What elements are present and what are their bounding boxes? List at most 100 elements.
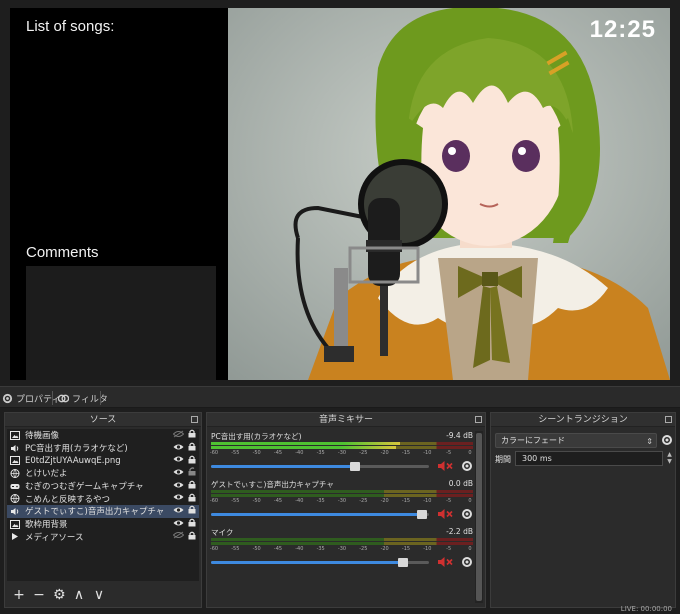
volume-fill — [211, 561, 403, 564]
volume-handle[interactable] — [397, 558, 408, 567]
undock-icon[interactable] — [665, 416, 672, 423]
meter-tick-label: -45 — [273, 450, 283, 456]
meter-tick-label: -15 — [401, 546, 411, 552]
channel-name: PC音出す用(カラオケなど) — [211, 432, 302, 441]
meter-tick-label: -20 — [380, 546, 389, 552]
lock-icon[interactable] — [188, 518, 199, 530]
duration-label: 期間 — [495, 455, 511, 464]
meter-tick-label: -30 — [337, 450, 347, 456]
lock-icon[interactable] — [188, 505, 199, 517]
eye-hidden-icon[interactable] — [172, 430, 188, 441]
image-icon — [10, 456, 20, 466]
undock-icon[interactable] — [475, 416, 482, 423]
mixer-scrollbar[interactable] — [475, 431, 483, 603]
lock-icon[interactable] — [188, 455, 199, 467]
source-item[interactable]: とけいだよ — [7, 467, 199, 480]
scene-transitions-dock: シーントランジション カラーにフェード ⇕ 期間 300 ms ▲ ▼ — [490, 412, 676, 608]
eye-icon[interactable] — [173, 468, 188, 479]
volume-handle[interactable] — [417, 510, 428, 519]
move-down-button[interactable]: ∨ — [93, 588, 105, 602]
muted-speaker-icon[interactable] — [437, 460, 453, 472]
source-item-label: こめんと反映するやつ — [25, 494, 111, 505]
unlock-icon[interactable] — [188, 467, 199, 479]
source-item-label: メディアソース — [25, 532, 84, 543]
volume-slider[interactable] — [211, 558, 429, 567]
preview-canvas[interactable]: List of songs: Comments 12:25 — [10, 8, 670, 380]
eye-icon[interactable] — [173, 493, 188, 504]
source-item-label: 待機画像 — [25, 431, 60, 442]
meter-tick-label: -55 — [231, 450, 240, 456]
muted-speaker-icon[interactable] — [437, 556, 453, 568]
lock-icon[interactable] — [188, 429, 199, 441]
meter-tick-label: -50 — [252, 498, 261, 504]
meter-ticks: -60 -55 -50 -45 -40 -35 -30 -25 -20 -15 -10 -5 0 — [210, 545, 473, 553]
scrollbar-thumb[interactable] — [476, 433, 482, 601]
volume-slider[interactable] — [211, 510, 429, 519]
meter-tick-label: -20 — [380, 498, 389, 504]
meter-tick-label: -40 — [295, 546, 304, 552]
volume-handle[interactable] — [349, 462, 360, 471]
source-item[interactable]: 歌枠用背景 — [7, 518, 199, 531]
lock-icon[interactable] — [188, 442, 199, 454]
meter-tick-label: -50 — [252, 546, 261, 552]
source-settings-button[interactable]: ⚙ — [53, 588, 66, 602]
move-up-button[interactable]: ∧ — [73, 588, 85, 602]
lock-icon[interactable] — [188, 480, 199, 492]
volume-slider[interactable] — [211, 462, 429, 471]
speaker-icon — [10, 507, 20, 516]
source-footer: + − ⚙ ∧ ∨ — [7, 585, 199, 605]
eye-icon[interactable] — [173, 481, 188, 492]
gear-icon[interactable] — [461, 460, 473, 472]
meter-tick-label: -30 — [337, 546, 347, 552]
eye-icon[interactable] — [173, 443, 188, 454]
duration-input[interactable]: 300 ms — [515, 451, 663, 466]
channel-db: -2.2 dB — [446, 527, 473, 536]
remove-source-button[interactable]: − — [33, 588, 45, 602]
source-item-label: とけいだよ — [25, 469, 68, 480]
gear-icon[interactable] — [661, 434, 673, 446]
source-item-label: ゲストでぃすこ)音声出力キャプチャ — [25, 507, 165, 518]
source-item[interactable]: こめんと反映するやつ — [7, 492, 199, 505]
volume-fill — [211, 513, 423, 516]
muted-speaker-icon[interactable] — [437, 508, 453, 520]
gear-icon[interactable] — [461, 556, 473, 568]
source-item[interactable]: 待機画像 — [7, 429, 199, 442]
gear-icon — [2, 393, 13, 403]
channel-name: ゲストでぃすこ)音声出力キャプチャ — [211, 480, 334, 489]
vtuber-avatar-image — [228, 8, 670, 380]
meter-ticks: -60 -55 -50 -45 -40 -35 -30 -25 -20 -15 -10 -5 0 — [209, 497, 473, 505]
source-item[interactable]: E0tdZjtUYAAuwqE.png — [7, 454, 199, 467]
meter-tick-label: -40 — [295, 450, 304, 456]
meter-tick-label: -60 — [209, 498, 219, 504]
meter-tick-label: -5 — [446, 498, 452, 504]
source-item[interactable]: むぎのつむぎゲームキャプチャ — [7, 480, 199, 493]
transitions-dock-title: シーントランジション — [491, 413, 675, 427]
toolbar-divider — [100, 391, 101, 405]
image-icon — [10, 519, 20, 529]
source-item[interactable]: ゲストでぃすこ)音声出力キャプチャ — [7, 505, 199, 518]
duration-spinner[interactable]: ▲ ▼ — [665, 451, 674, 466]
sources-dock-title: ソース — [5, 413, 201, 427]
source-list[interactable]: 待機画像 PC音出す用(カラオケなど) E0tdZjtUYAAuwqE.png とけい… — [7, 429, 199, 581]
level-meter — [211, 490, 473, 493]
gear-icon[interactable] — [461, 508, 473, 520]
eye-icon[interactable] — [173, 455, 188, 466]
filter-icon — [58, 394, 69, 402]
transition-select[interactable]: カラーにフェード ⇕ — [495, 433, 657, 448]
source-item-label: むぎのつむぎゲームキャプチャ — [25, 482, 144, 493]
lock-icon[interactable] — [188, 493, 199, 505]
transitions-title: シーントランジション — [538, 415, 628, 425]
eye-icon[interactable] — [173, 519, 188, 530]
meter-ticks: -60 -55 -50 -45 -40 -35 -30 -25 -20 -15 -10 -5 0 — [210, 449, 473, 457]
lock-icon[interactable] — [188, 531, 199, 543]
meter-tick-label: -35 — [316, 498, 325, 504]
play-icon — [10, 532, 20, 541]
add-source-button[interactable]: + — [13, 588, 25, 602]
eye-icon[interactable] — [173, 506, 188, 517]
eye-hidden-icon[interactable] — [172, 531, 188, 542]
source-item-label: PC音出す用(カラオケなど) — [25, 444, 128, 455]
undock-icon[interactable] — [191, 416, 198, 423]
source-item[interactable]: メディアソース — [7, 531, 199, 544]
meter-tick-label: -5 — [446, 450, 452, 456]
source-item[interactable]: PC音出す用(カラオケなど) — [7, 442, 199, 455]
